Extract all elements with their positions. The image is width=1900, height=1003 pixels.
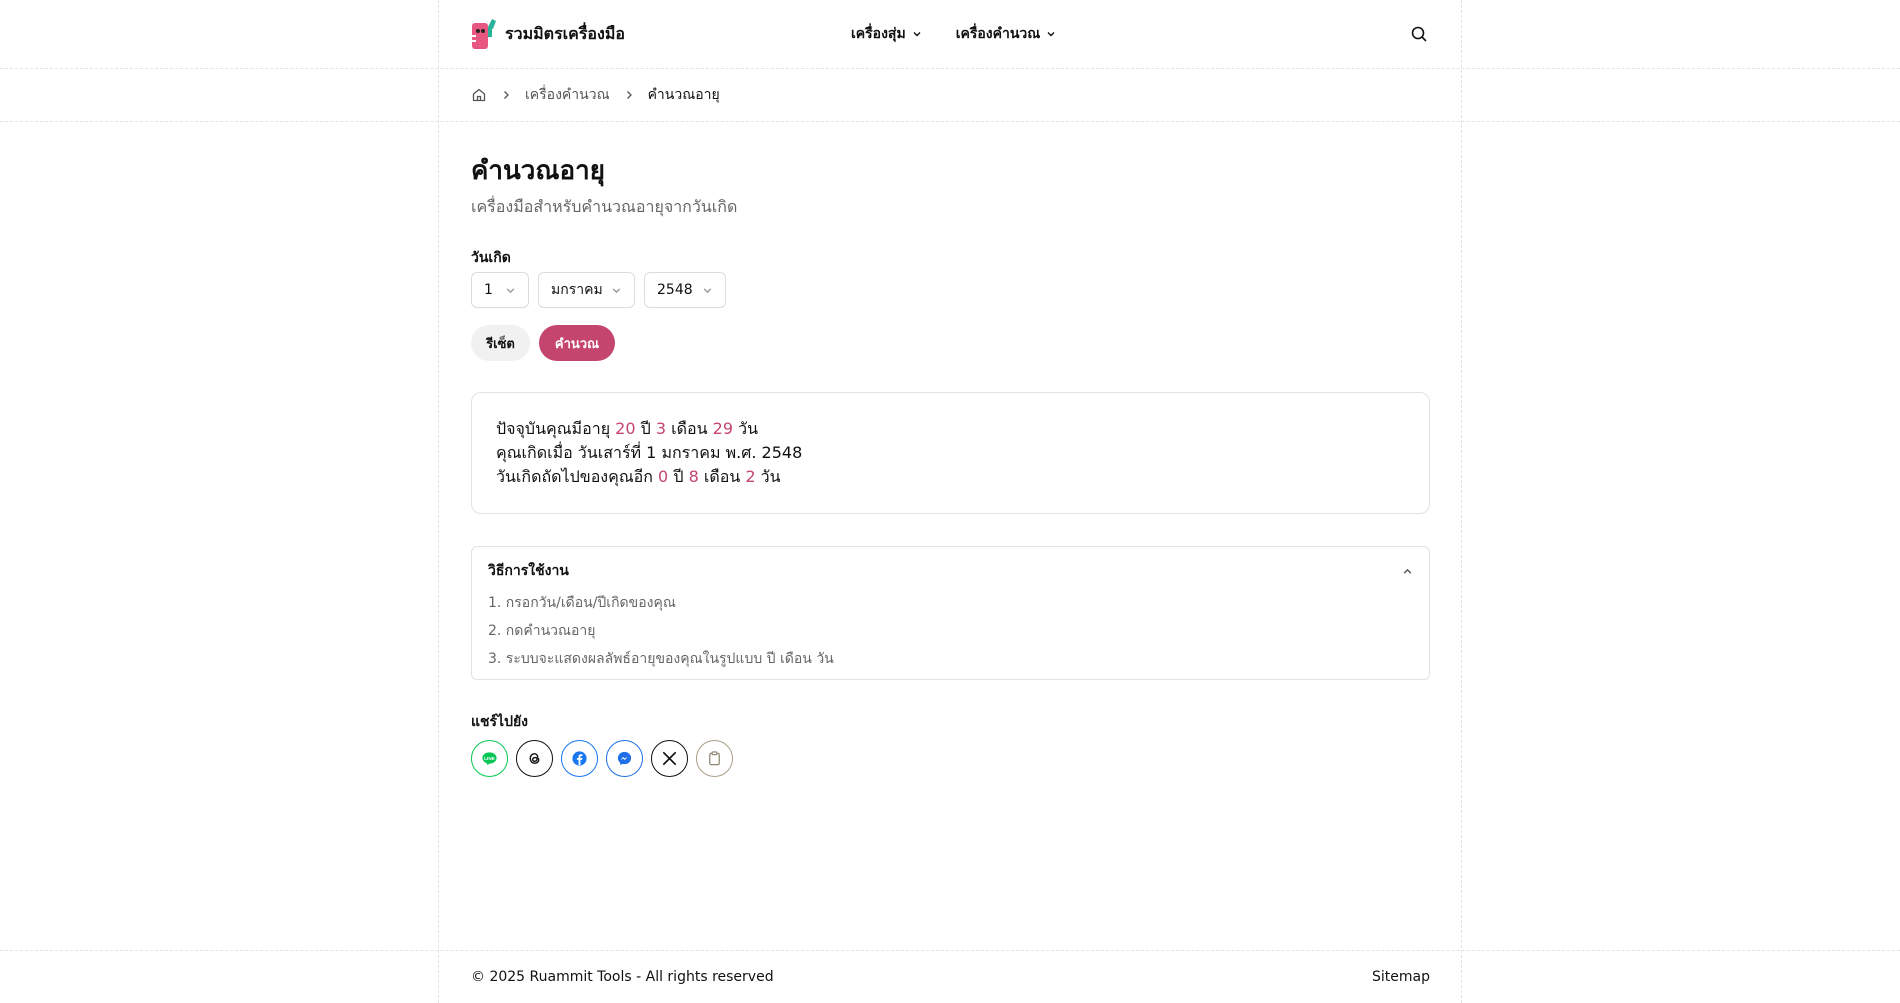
- site-footer: © 2025 Ruammit Tools - All rights reserv…: [471, 951, 1430, 1003]
- year-value: 2548: [657, 282, 693, 298]
- share-label: แชร์ไปยัง: [471, 714, 529, 730]
- share-threads-button[interactable]: [516, 740, 553, 777]
- brand-name: รวมมิตรเครื่องมือ: [505, 23, 625, 43]
- share-line-button[interactable]: LINE: [471, 740, 508, 777]
- chevron-up-icon: [1403, 568, 1412, 574]
- page-title: คำนวณอายุ: [471, 156, 605, 186]
- unit-day: วัน: [760, 467, 781, 486]
- share-facebook-button[interactable]: [561, 740, 598, 777]
- chevron-right-icon: [504, 91, 509, 99]
- day-select[interactable]: 1: [471, 272, 529, 308]
- brand-link[interactable]: รวมมิตรเครื่องมือ: [471, 17, 625, 51]
- list-item: 3. ระบบจะแสดงผลลัพธ์อายุของคุณในรูปแบบ ป…: [488, 651, 834, 667]
- birthdate-selects: 1 มกราคม 2548: [471, 272, 1430, 308]
- howto-toggle[interactable]: วิธีการใช้งาน: [488, 559, 1413, 583]
- next-days: 2: [745, 467, 756, 486]
- chevron-down-icon: [1047, 32, 1055, 37]
- search-icon[interactable]: [1408, 23, 1430, 45]
- breadcrumb-divider: [0, 121, 1900, 122]
- day-value: 1: [484, 282, 493, 298]
- month-select[interactable]: มกราคม: [538, 272, 635, 308]
- line-icon: LINE: [482, 752, 497, 766]
- share-messenger-button[interactable]: [606, 740, 643, 777]
- home-icon[interactable]: [471, 87, 487, 103]
- breadcrumb-current: คำนวณอายุ: [647, 87, 720, 103]
- form-actions: รีเซ็ต คำนวณ: [471, 325, 1430, 361]
- nav-label: เครื่องคำนวณ: [955, 26, 1041, 42]
- howto-accordion: วิธีการใช้งาน 1. กรอกวัน/เดือน/ปีเกิดของ…: [471, 546, 1430, 680]
- howto-steps: 1. กรอกวัน/เดือน/ปีเกิดของคุณ 2. กดคำนวณ…: [488, 589, 1413, 673]
- page-description: เครื่องมือสำหรับคำนวณอายุจากวันเกิด: [471, 197, 738, 216]
- x-icon: [662, 751, 677, 766]
- age-days: 29: [712, 419, 733, 438]
- result-born-line: คุณเกิดเมื่อ วันเสาร์ที่ 1 มกราคม พ.ศ. 2…: [496, 443, 803, 462]
- copyright-text: © 2025 Ruammit Tools - All rights reserv…: [471, 969, 774, 985]
- share-x-button[interactable]: [651, 740, 688, 777]
- result-next-birthday-line: วันเกิดถัดไปของคุณอีก 0 ปี 8 เดือน 2 วัน: [496, 465, 1405, 489]
- month-value: มกราคม: [551, 282, 603, 298]
- chevron-down-icon: [612, 287, 621, 293]
- unit-day: วัน: [738, 419, 759, 438]
- unit-year: ปี: [673, 467, 684, 486]
- age-years: 20: [615, 419, 636, 438]
- copy-link-button[interactable]: [696, 740, 733, 777]
- threads-icon: [529, 753, 540, 764]
- nav-calculators[interactable]: เครื่องคำนวณ: [956, 23, 1057, 45]
- year-select[interactable]: 2548: [644, 272, 726, 308]
- age-months: 3: [655, 419, 667, 438]
- chevron-down-icon: [703, 287, 712, 293]
- chevron-right-icon: [626, 91, 632, 99]
- next-months: 8: [688, 467, 699, 486]
- list-item: 2. กดคำนวณอายุ: [488, 623, 596, 639]
- main-nav: เครื่องสุ่ม เครื่องคำนวณ: [851, 0, 1056, 68]
- list-item: 1. กรอกวัน/เดือน/ปีเกิดของคุณ: [488, 595, 676, 611]
- birthdate-label: วันเกิด: [471, 250, 511, 266]
- next-birthday-prefix: วันเกิดถัดไปของคุณอีก: [496, 467, 653, 486]
- frame-divider-left: [438, 0, 439, 1003]
- svg-text:LINE: LINE: [484, 756, 495, 762]
- reset-button[interactable]: รีเซ็ต: [471, 325, 530, 361]
- site-header: รวมมิตรเครื่องมือ เครื่องสุ่ม เครื่องคำน…: [471, 0, 1430, 68]
- result-age-line: ปัจจุบันคุณมีอายุ 20 ปี 3 เดือน 29 วัน: [496, 417, 1405, 441]
- unit-year: ปี: [640, 419, 651, 438]
- nav-random-tools[interactable]: เครื่องสุ่ม: [851, 23, 922, 45]
- breadcrumb-calculators[interactable]: เครื่องคำนวณ: [525, 84, 610, 106]
- facebook-icon: [572, 751, 587, 766]
- chevron-down-icon: [506, 287, 515, 293]
- chevron-down-icon: [913, 32, 921, 37]
- unit-month: เดือน: [703, 467, 741, 486]
- breadcrumb: เครื่องคำนวณ คำนวณอายุ: [471, 69, 1430, 121]
- sitemap-link[interactable]: Sitemap: [1372, 969, 1430, 985]
- calculate-button[interactable]: คำนวณ: [539, 325, 615, 361]
- nav-label: เครื่องสุ่ม: [851, 26, 906, 42]
- result-box: ปัจจุบันคุณมีอายุ 20 ปี 3 เดือน 29 วัน ค…: [471, 392, 1430, 514]
- share-buttons: LINE: [471, 740, 1430, 777]
- frame-divider-right: [1461, 0, 1462, 1003]
- messenger-icon: [617, 751, 632, 766]
- result-age-prefix: ปัจจุบันคุณมีอายุ: [496, 419, 611, 438]
- unit-month: เดือน: [671, 419, 708, 438]
- logo-icon: [472, 19, 496, 49]
- next-years: 0: [658, 467, 669, 486]
- clipboard-icon: [709, 751, 720, 766]
- howto-title: วิธีการใช้งาน: [488, 563, 569, 579]
